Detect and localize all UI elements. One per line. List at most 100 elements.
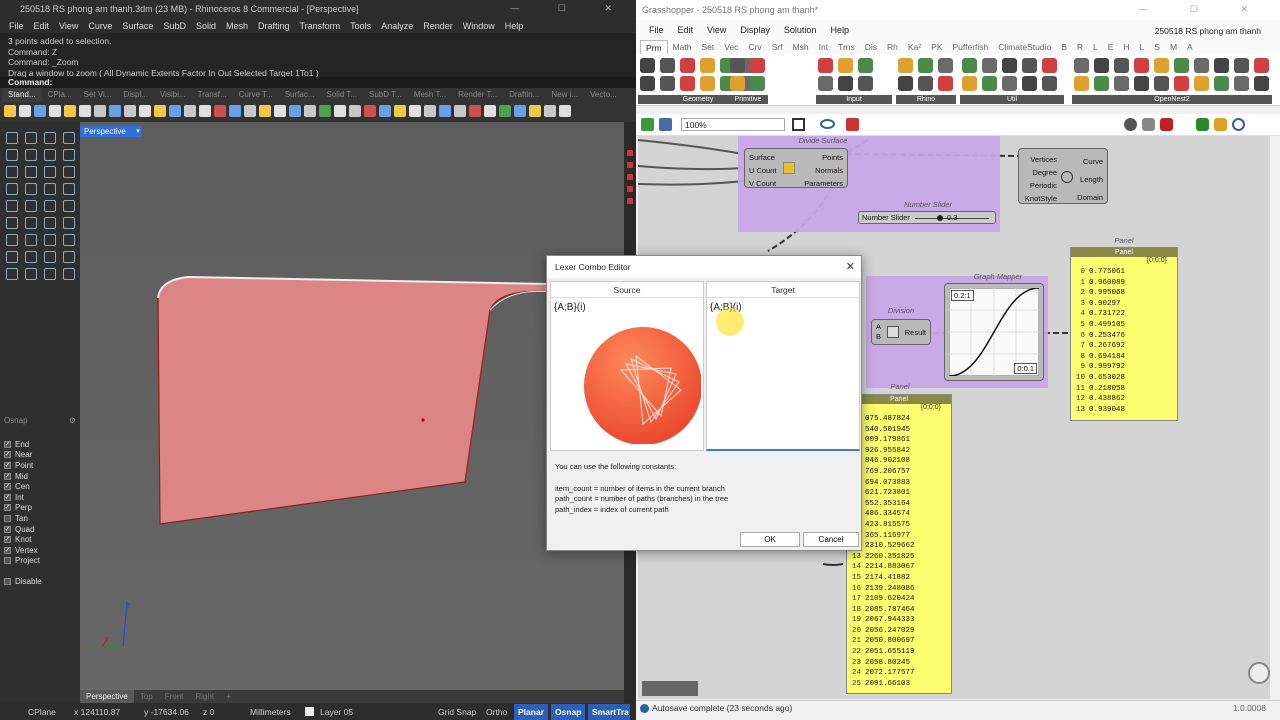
toolbar-tab[interactable]: Surfac... bbox=[279, 88, 321, 102]
toolbar-tab[interactable]: CPla... bbox=[42, 88, 78, 102]
sidebar-tool-icon[interactable] bbox=[6, 149, 18, 161]
toolbar-tool-icon[interactable] bbox=[529, 105, 541, 117]
input-surface[interactable]: Surface bbox=[749, 151, 777, 164]
component-icon[interactable] bbox=[1074, 76, 1089, 91]
input-periodic[interactable]: Periodic bbox=[1021, 179, 1057, 192]
graph-mapper-component[interactable]: 0.2:1 0:0.1 bbox=[944, 283, 1044, 381]
menu-item-render[interactable]: Render bbox=[418, 19, 458, 33]
menu-item-curve[interactable]: Curve bbox=[83, 19, 117, 33]
perspective-viewport[interactable]: z x y bbox=[80, 122, 624, 690]
component-icon[interactable] bbox=[962, 58, 977, 73]
component-icon[interactable] bbox=[818, 76, 833, 91]
sidebar-tool-icon[interactable] bbox=[63, 132, 75, 144]
toolbar-tab[interactable]: Draftin... bbox=[503, 88, 545, 102]
status-planar[interactable]: Planar bbox=[514, 704, 548, 720]
osnap-item-near[interactable]: ✓ Near bbox=[4, 450, 76, 461]
division-output[interactable]: Result bbox=[905, 328, 926, 337]
menu-item-edit[interactable]: Edit bbox=[29, 19, 55, 33]
input-u-count[interactable]: U Count bbox=[749, 164, 777, 177]
viewport-tab-top[interactable]: Top bbox=[134, 690, 159, 703]
sidebar-tool-icon[interactable] bbox=[44, 132, 56, 144]
toolbar-tool-icon[interactable] bbox=[169, 105, 181, 117]
toolbar-tool-icon[interactable] bbox=[319, 105, 331, 117]
osnap-item-tan[interactable]: Tan bbox=[4, 513, 76, 524]
toolbar-tool-icon[interactable] bbox=[349, 105, 361, 117]
gh-tab[interactable]: Trns bbox=[833, 40, 860, 54]
output-curve[interactable]: Curve bbox=[1077, 153, 1103, 171]
ok-button[interactable]: OK bbox=[740, 532, 800, 547]
input-knotstyle[interactable]: KnotStyle bbox=[1021, 192, 1057, 205]
sidebar-tool-icon[interactable] bbox=[44, 149, 56, 161]
output-parameters[interactable]: Parameters bbox=[804, 177, 843, 190]
canvas-navigator-icon[interactable] bbox=[1248, 662, 1270, 684]
toolbar-tool-icon[interactable] bbox=[214, 105, 226, 117]
component-icon[interactable] bbox=[1134, 58, 1149, 73]
menu-item-mesh[interactable]: Mesh bbox=[221, 19, 253, 33]
component-icon[interactable] bbox=[898, 58, 913, 73]
sidebar-tool-icon[interactable] bbox=[6, 166, 18, 178]
component-icon[interactable] bbox=[838, 76, 853, 91]
menu-item-subd[interactable]: SubD bbox=[158, 19, 191, 33]
toolbar-tool-icon[interactable] bbox=[424, 105, 436, 117]
zoom-dropdown[interactable]: 100% bbox=[681, 118, 785, 131]
component-icon[interactable] bbox=[838, 58, 853, 73]
viewport-tab-front[interactable]: Front bbox=[159, 690, 190, 703]
gh-tab[interactable]: Crv bbox=[743, 40, 766, 54]
gh-tab[interactable]: Int bbox=[814, 40, 833, 54]
output-length[interactable]: Length bbox=[1077, 171, 1103, 189]
sphere-icon[interactable] bbox=[1214, 118, 1227, 131]
gh-menu-solution[interactable]: Solution bbox=[777, 25, 824, 35]
menu-item-view[interactable]: View bbox=[54, 19, 83, 33]
status-layer[interactable]: Layer 05 bbox=[320, 707, 353, 717]
gh-window-controls[interactable]: — ☐ ✕ bbox=[1138, 4, 1268, 15]
sidebar-tool-icon[interactable] bbox=[6, 217, 18, 229]
menu-item-surface[interactable]: Surface bbox=[117, 19, 158, 33]
toolbar-tool-icon[interactable] bbox=[4, 105, 16, 117]
sidebar-tool-icon[interactable] bbox=[44, 166, 56, 178]
sidebar-tool-icon[interactable] bbox=[6, 234, 18, 246]
checkbox[interactable]: ✓ bbox=[4, 546, 11, 554]
component-icon[interactable] bbox=[1154, 58, 1169, 73]
osnap-disable[interactable]: Disable bbox=[4, 576, 76, 587]
sidebar-tool-icon[interactable] bbox=[6, 200, 18, 212]
sidebar-tool-icon[interactable] bbox=[6, 183, 18, 195]
cancel-button[interactable]: Cancel bbox=[803, 532, 859, 547]
gh-tab[interactable]: L bbox=[1088, 40, 1103, 54]
sidebar-tool-icon[interactable] bbox=[63, 268, 75, 280]
rhino-command-prompt[interactable]: Command: bbox=[0, 77, 636, 88]
gh-tab[interactable]: Pufferfish bbox=[948, 40, 994, 54]
component-icon[interactable] bbox=[1094, 76, 1109, 91]
output-normals[interactable]: Normals bbox=[804, 164, 843, 177]
gh-tab[interactable]: Msh bbox=[788, 40, 814, 54]
component-icon[interactable] bbox=[1254, 58, 1269, 73]
toolbar-tool-icon[interactable] bbox=[394, 105, 406, 117]
gh-tab[interactable]: Ka² bbox=[903, 40, 926, 54]
component-icon[interactable] bbox=[898, 76, 913, 91]
toolbar-tool-icon[interactable] bbox=[544, 105, 556, 117]
osnap-item-project[interactable]: Project bbox=[4, 556, 76, 567]
toolbar-tool-icon[interactable] bbox=[499, 105, 511, 117]
gh-tab[interactable]: B bbox=[1056, 40, 1072, 54]
osnap-item-point[interactable]: ✓ Point bbox=[4, 460, 76, 471]
status-ortho[interactable]: Ortho bbox=[486, 707, 507, 717]
panel-1[interactable]: Panel {0;0;0} 0 0.775061 1 0.960089 2 0.99506… bbox=[1070, 247, 1178, 421]
toolbar-tool-icon[interactable] bbox=[289, 105, 301, 117]
viewport-dropdown-icon[interactable]: ▾ bbox=[134, 126, 142, 137]
component-icon[interactable] bbox=[858, 76, 873, 91]
preview-icon[interactable] bbox=[1124, 118, 1137, 131]
toolbar-tool-icon[interactable] bbox=[109, 105, 121, 117]
sidebar-tool-icon[interactable] bbox=[25, 268, 37, 280]
status-units[interactable]: Millimeters bbox=[250, 707, 291, 717]
checkbox[interactable]: ✓ bbox=[4, 536, 11, 544]
rhino-window-controls[interactable]: — ☐ ✕ bbox=[510, 3, 630, 14]
toolbar-tool-icon[interactable] bbox=[64, 105, 76, 117]
divide-surface-component[interactable]: Surface U Count V Count Points Normals P… bbox=[744, 148, 848, 188]
osnap-item-vertex[interactable]: ✓ Vertex bbox=[4, 545, 76, 556]
sidebar-tool-icon[interactable] bbox=[25, 183, 37, 195]
sidebar-tool-icon[interactable] bbox=[44, 200, 56, 212]
component-icon[interactable] bbox=[680, 58, 695, 73]
component-icon[interactable] bbox=[1114, 76, 1129, 91]
toolbar-tool-icon[interactable] bbox=[559, 105, 571, 117]
sidebar-tool-icon[interactable] bbox=[44, 268, 56, 280]
status-grid-snap[interactable]: Grid Snap bbox=[438, 707, 476, 717]
